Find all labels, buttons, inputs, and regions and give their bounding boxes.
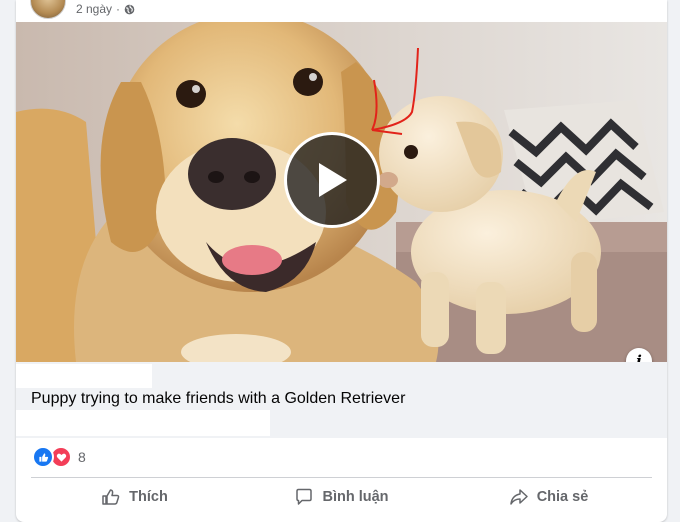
comment-icon xyxy=(296,488,313,505)
share-label: Chia sẻ xyxy=(536,489,589,505)
thumbs-up-icon xyxy=(102,489,120,505)
link-title[interactable]: Puppy trying to make friends with a Gold… xyxy=(31,390,405,408)
like-label: Thích xyxy=(129,489,168,505)
divider xyxy=(31,477,652,478)
action-bar: Thích Bình luận Chia sẻ xyxy=(31,480,652,514)
avatar[interactable] xyxy=(30,0,66,19)
play-icon xyxy=(319,163,347,197)
comment-label: Bình luận xyxy=(322,489,389,505)
globe-icon xyxy=(124,4,135,14)
reaction-count: 8 xyxy=(78,449,86,465)
comment-button[interactable]: Bình luận xyxy=(238,480,445,514)
post-meta: 2 ngày · xyxy=(76,2,135,16)
like-icon xyxy=(32,446,54,468)
like-button[interactable]: Thích xyxy=(31,480,238,514)
post-card: 2 ngày · i Puppy trying to make friends … xyxy=(16,0,667,522)
reaction-summary[interactable]: 8 xyxy=(32,446,86,468)
play-button[interactable] xyxy=(284,132,380,228)
redacted-domain xyxy=(16,364,152,388)
link-preview[interactable]: Puppy trying to make friends with a Gold… xyxy=(16,362,667,438)
video-player[interactable]: i xyxy=(16,22,667,362)
share-icon xyxy=(509,489,528,505)
post-header: 2 ngày · xyxy=(30,0,135,19)
share-button[interactable]: Chia sẻ xyxy=(445,480,652,514)
post-time[interactable]: 2 ngày xyxy=(76,2,112,16)
redacted-description xyxy=(16,410,270,436)
